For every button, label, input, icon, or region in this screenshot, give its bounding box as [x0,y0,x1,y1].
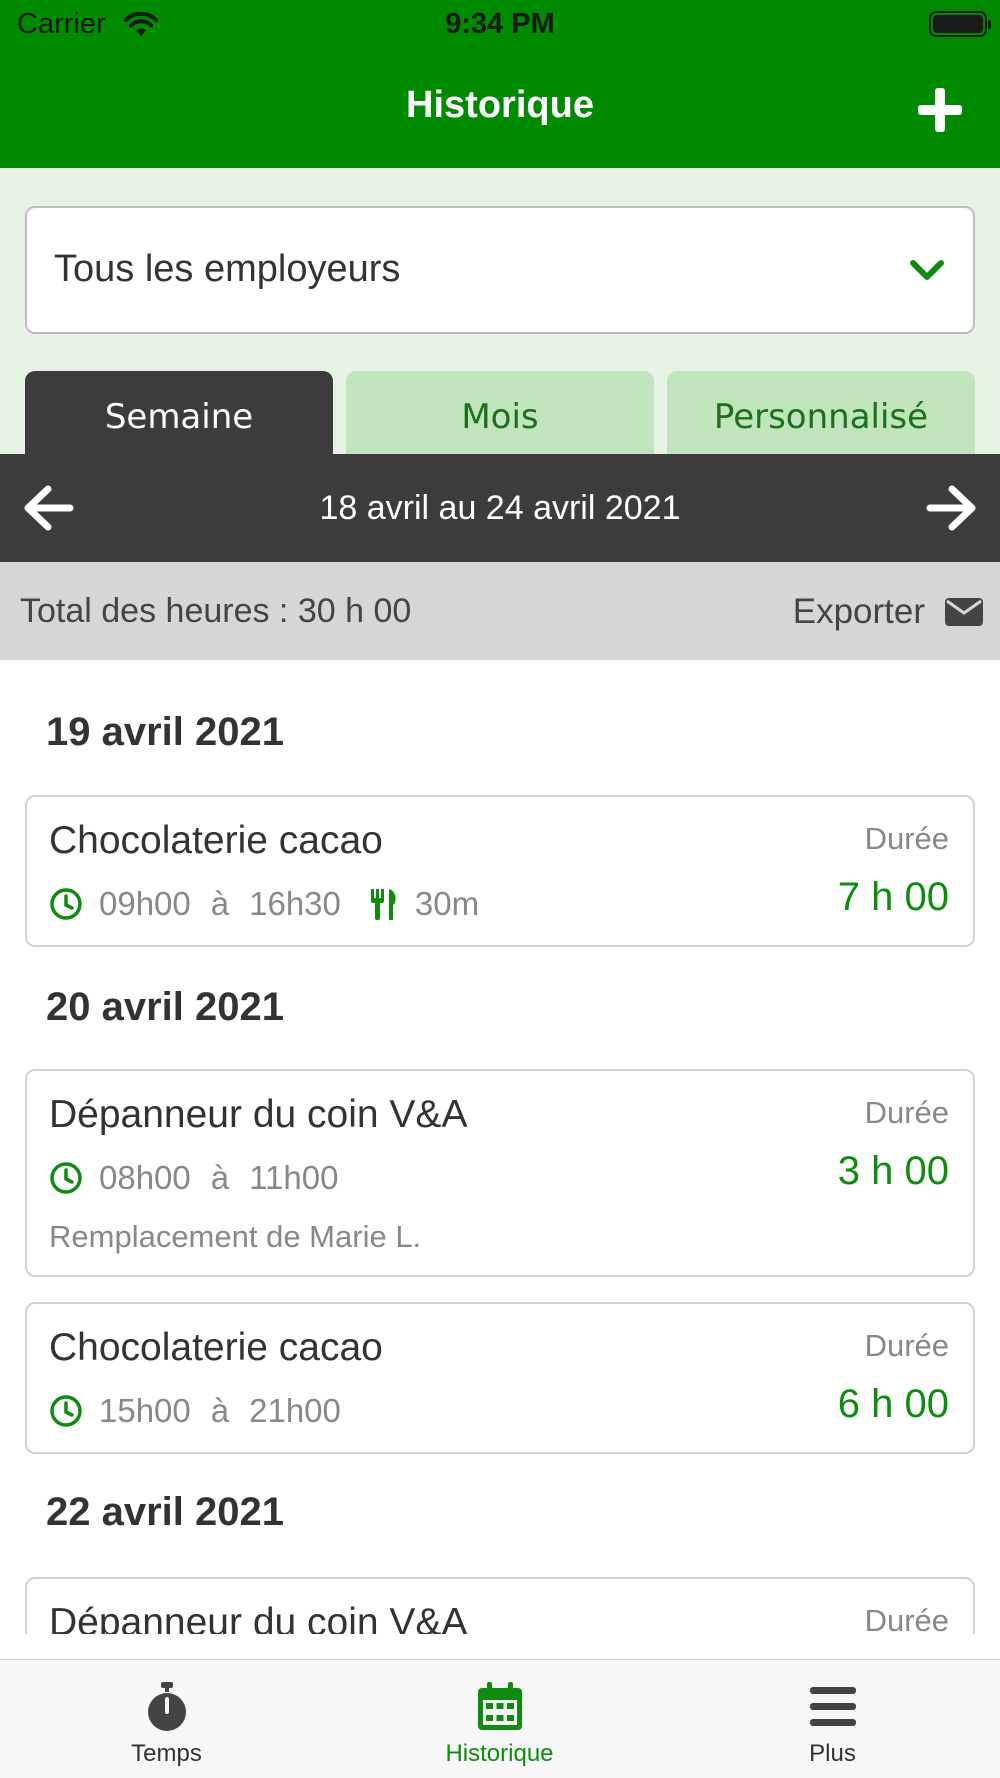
utensils-icon [370,889,396,920]
history-entry[interactable]: Dépanneur du coin V&A Durée [25,1577,975,1634]
menu-icon [810,1687,856,1726]
chevron-down-icon [910,260,944,280]
clock-icon [50,888,82,920]
duration-value: 7 h 00 [837,875,949,919]
entry-note: Remplacement de Marie L. [49,1219,422,1254]
status-bar: Carrier 9:34 PM [0,0,1000,50]
filter-area: Tous les employeurs Semaine Mois Personn… [0,168,1000,454]
plus-icon[interactable] [916,86,964,134]
tab-semaine[interactable]: Semaine [25,371,333,454]
duration-label: Durée [864,1603,949,1634]
entry-separator: à [210,1392,230,1429]
history-list[interactable]: 19 avril 2021 Chocolaterie cacao Durée 7… [0,660,1000,1634]
stopwatch-icon [148,1682,186,1731]
week-range: 18 avril au 24 avril 2021 [319,489,681,527]
navigation-header: Carrier 9:34 PM Historique [0,0,1000,168]
entry-separator: à [210,885,230,922]
duration-value: 3 h 00 [837,1149,949,1193]
battery-icon [929,11,991,37]
tab-temps[interactable]: Temps [0,1660,333,1778]
summary-bar: Total des heures : 30 h 00 Exporter [0,562,1000,660]
week-navigator: 18 avril au 24 avril 2021 [0,454,1000,562]
day-header: 22 avril 2021 [46,1490,284,1534]
entry-separator: à [210,1159,230,1196]
entry-times: 15h00 à 21h00 [49,1392,341,1430]
tab-mois[interactable]: Mois [346,371,654,454]
tab-label: Historique [445,1740,554,1767]
status-time: 9:34 PM [445,8,555,40]
history-entry[interactable]: Chocolaterie cacao Durée 7 h 00 09h00 à … [25,795,975,947]
entry-employer: Chocolaterie cacao [49,1326,383,1369]
envelope-icon [945,598,983,626]
entry-end: 11h00 [249,1159,339,1196]
tab-plus[interactable]: Plus [666,1660,999,1778]
entry-employer: Dépanneur du coin V&A [49,1601,468,1634]
entry-end: 16h30 [249,885,341,922]
duration-label: Durée [864,821,949,856]
employer-select[interactable]: Tous les employeurs [25,206,975,334]
clock-icon [50,1162,82,1194]
duration-label: Durée [864,1095,949,1130]
history-entry[interactable]: Dépanneur du coin V&A Durée 3 h 00 08h00… [25,1069,975,1277]
duration-label: Durée [864,1328,949,1363]
calendar-icon [478,1682,522,1730]
entry-times: 09h00 à 16h30 30m [49,885,479,923]
tab-personnalise[interactable]: Personnalisé [667,371,975,454]
entry-employer: Dépanneur du coin V&A [49,1093,468,1136]
day-header: 19 avril 2021 [46,710,284,754]
entry-meal: 30m [414,885,480,922]
page-title: Historique [406,84,594,126]
tab-label: Temps [131,1740,202,1767]
tab-bar: Temps Historique Plus [0,1659,1000,1778]
total-hours: Total des heures : 30 h 00 [20,592,412,630]
entry-start: 15h00 [99,1392,191,1429]
period-tabs: Semaine Mois Personnalisé [25,371,975,454]
day-header: 20 avril 2021 [46,985,284,1029]
employer-select-value: Tous les employeurs [54,248,401,290]
entry-start: 09h00 [99,885,191,922]
tab-historique[interactable]: Historique [333,1660,666,1778]
export-label: Exporter [792,592,925,631]
duration-value: 6 h 00 [837,1382,949,1426]
entry-end: 21h00 [249,1392,341,1429]
tab-label: Plus [809,1740,856,1767]
clock-icon [50,1395,82,1427]
entry-employer: Chocolaterie cacao [49,819,383,862]
history-entry[interactable]: Chocolaterie cacao Durée 6 h 00 15h00 à … [25,1302,975,1454]
export-button[interactable]: Exporter [793,592,983,632]
arrow-right-icon[interactable] [926,484,978,532]
entry-times: 08h00 à 11h00 [49,1159,338,1197]
entry-start: 08h00 [99,1159,191,1196]
